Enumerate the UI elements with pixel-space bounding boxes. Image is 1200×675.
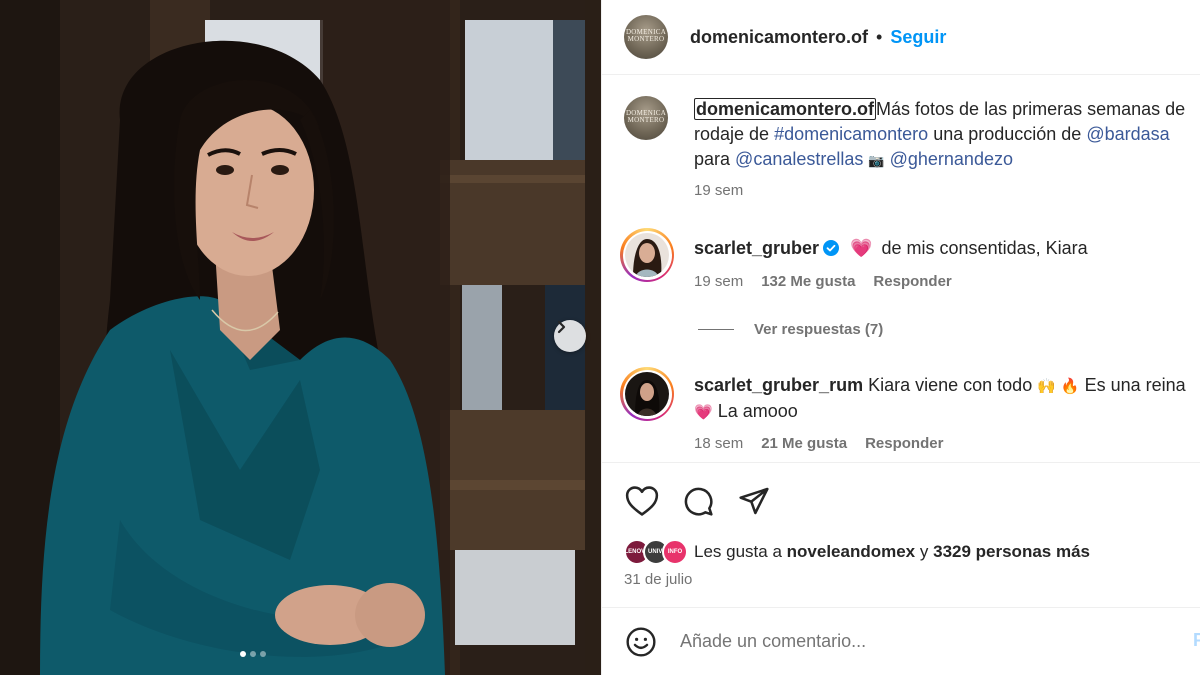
caption-hashtag[interactable]: #domenicamontero	[774, 124, 928, 144]
heart-emoji-icon: 💗	[850, 238, 873, 258]
carousel-next-button[interactable]	[554, 320, 586, 352]
add-comment-bar: P	[602, 607, 1200, 675]
caption-mention-canalestrellas[interactable]: @canalestrellas	[735, 149, 863, 169]
caption-text: domenicamontero.of Más fotos de las prime…	[694, 97, 1200, 173]
caption-text-1: Más fotos de las primeras semanas de	[876, 99, 1186, 119]
post-date[interactable]: 31 de julio	[624, 571, 692, 588]
comment-icon	[684, 487, 713, 516]
commenter-avatar	[625, 372, 669, 416]
comment-likes[interactable]: 132 Me gusta	[761, 273, 855, 290]
carousel-dot	[240, 651, 246, 657]
post-comment-button[interactable]: P	[1193, 630, 1200, 651]
avatar-logo-text: DOMENICA MONTERO	[625, 28, 667, 43]
caption-text-3: una producción de	[933, 124, 1082, 144]
camera-emoji-icon: 📷	[868, 153, 885, 168]
verified-badge-icon	[823, 240, 840, 256]
send-icon	[739, 487, 769, 515]
caption-text-2: rodaje de	[694, 124, 770, 144]
caption-row: DOMENICA MONTERO	[624, 96, 668, 140]
smiley-icon	[626, 626, 656, 657]
comment-button[interactable]	[680, 483, 716, 519]
likes-count[interactable]: 3329 personas más	[933, 542, 1090, 561]
carousel-dot	[250, 651, 256, 657]
raised-hands-emoji-icon: 🙌	[1037, 378, 1056, 395]
commenter-avatar	[625, 233, 669, 277]
story-ring[interactable]	[620, 367, 674, 421]
carousel-indicator	[240, 651, 266, 657]
comment-time[interactable]: 19 sem	[694, 273, 743, 290]
comment-text: de mis consentidas, Kiara	[881, 238, 1088, 258]
caption-mention-bardasa[interactable]: @bardasa	[1086, 124, 1169, 144]
likes-conj: y	[919, 542, 929, 561]
reply-button[interactable]: Responder	[865, 435, 943, 452]
caption-time[interactable]: 19 sem	[694, 182, 743, 199]
post-details-panel: DOMENICA MONTERO domenicamontero.of • Se…	[601, 0, 1200, 675]
fire-emoji-icon: 🔥	[1060, 378, 1080, 395]
photo-illustration	[0, 0, 601, 675]
comment-text-2: Es una reina	[1084, 375, 1186, 395]
carousel-dot	[260, 651, 266, 657]
post-header: DOMENICA MONTERO domenicamontero.of • Se…	[602, 0, 1200, 75]
story-ring[interactable]	[620, 228, 674, 282]
likes-user[interactable]: noveleandomex	[787, 542, 916, 561]
comment-meta: 18 sem 21 Me gusta Responder	[694, 435, 943, 452]
commenter-username[interactable]: scarlet_gruber_rum	[694, 375, 863, 395]
likes-text: Les gusta a noveleandomex y 3329 persona…	[694, 542, 1090, 562]
comment-row	[620, 228, 674, 282]
author-avatar[interactable]: DOMENICA MONTERO	[624, 15, 668, 59]
avatar-logo-text: DOMENICA MONTERO	[625, 109, 667, 124]
comment-text: Kiara viene con todo	[868, 375, 1033, 395]
heart-icon	[625, 486, 659, 516]
caption-username[interactable]: domenicamontero.of	[694, 98, 877, 120]
view-replies-label: Ver respuestas (7)	[754, 321, 884, 338]
liker-avatar: INFO	[662, 539, 688, 565]
heart-emoji-icon: 💗	[694, 404, 713, 421]
commenter-username[interactable]: scarlet_gruber	[694, 238, 819, 258]
caption-text-4: para	[694, 149, 731, 169]
chevron-right-icon	[557, 320, 566, 334]
caption-meta: 19 sem	[694, 182, 743, 199]
header-separator: •	[876, 26, 883, 47]
comment-text-3: La amooo	[717, 401, 798, 421]
replies-divider	[698, 329, 734, 330]
comment-body: scarlet_gruber_rum Kiara viene con todo …	[694, 373, 1200, 425]
comment-row	[620, 367, 674, 421]
comment-meta: 19 sem 132 Me gusta Responder	[694, 273, 952, 290]
reply-button[interactable]: Responder	[873, 273, 951, 290]
follow-button[interactable]: Seguir	[890, 27, 946, 48]
caption-mention-ghernandezo[interactable]: @ghernandezo	[890, 149, 1013, 169]
comment-likes[interactable]: 21 Me gusta	[761, 435, 847, 452]
comment-body: scarlet_gruber 💗 de mis consentidas, Kia…	[694, 236, 1200, 261]
author-username[interactable]: domenicamontero.of	[690, 27, 868, 48]
likes-summary[interactable]: TELENOVELA UNIVI INFO Les gusta a novele…	[617, 539, 1090, 565]
action-bar	[624, 483, 772, 519]
caption-avatar[interactable]: DOMENICA MONTERO	[624, 96, 668, 140]
comment-input[interactable]	[680, 631, 1160, 652]
view-replies-button[interactable]: Ver respuestas (7)	[698, 321, 883, 338]
share-button[interactable]	[736, 483, 772, 519]
like-button[interactable]	[624, 483, 660, 519]
post-actions: TELENOVELA UNIVI INFO Les gusta a novele…	[602, 462, 1200, 607]
comments-list[interactable]: DOMENICA MONTERO domenicamontero.of Más f…	[602, 76, 1200, 462]
post-photo[interactable]	[0, 0, 601, 675]
comment-time[interactable]: 18 sem	[694, 435, 743, 452]
emoji-picker-button[interactable]	[624, 625, 658, 659]
likes-prefix: Les gusta a	[694, 542, 782, 561]
